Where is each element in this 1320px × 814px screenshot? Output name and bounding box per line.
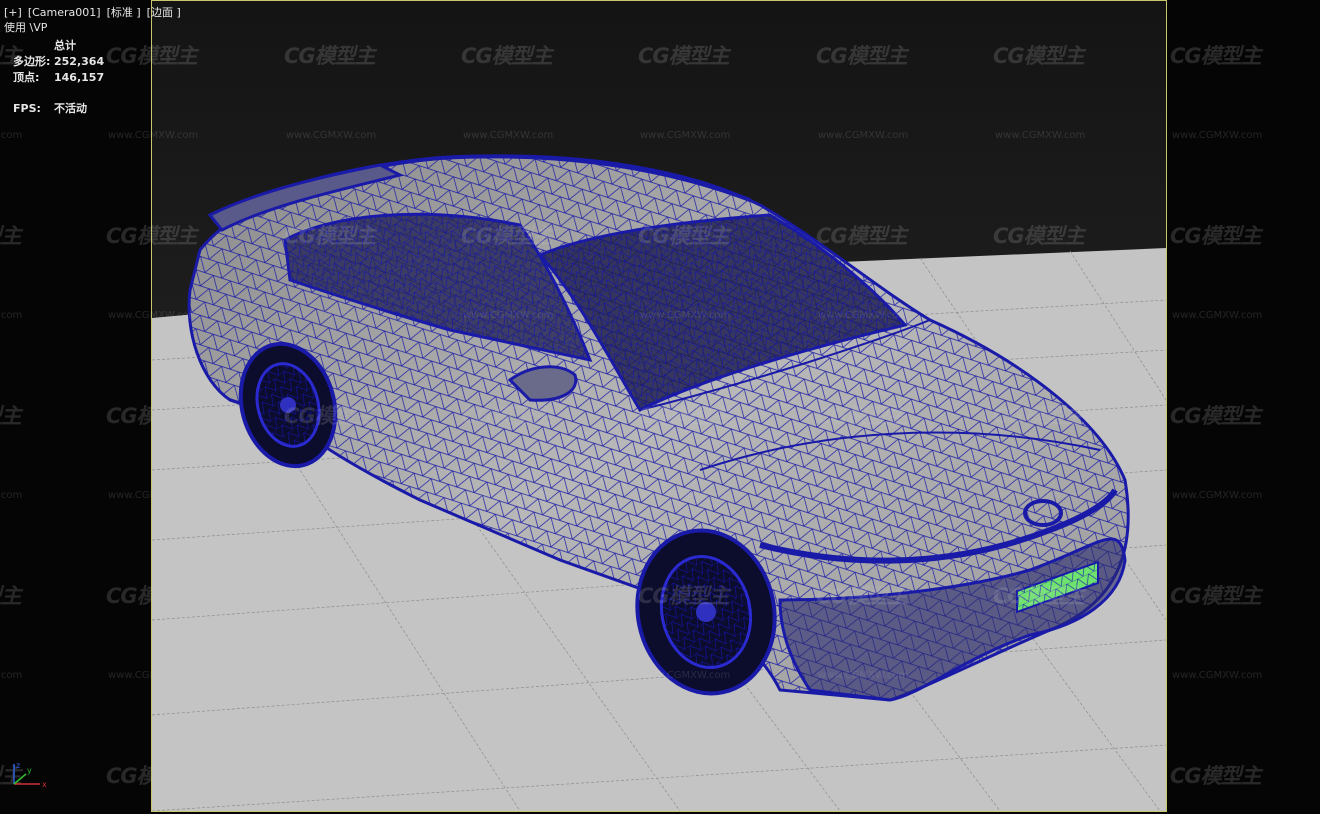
watermark-url: www.CGMXW.com: [1172, 130, 1263, 141]
watermark-url: www.CGMXW.com: [995, 130, 1086, 141]
stats-header: 总计: [54, 39, 76, 52]
watermark-url: www.CGMXW.com: [640, 130, 731, 141]
stats-vertices-label: 顶点:: [13, 71, 40, 84]
watermark-url: www.CGMXW.com: [995, 670, 1086, 681]
watermark-logo: CG模型主: [1170, 584, 1262, 608]
watermark-logo: CG模型主: [1170, 44, 1262, 68]
watermark-url: www.CGMXW.com: [0, 310, 23, 321]
watermark-url: www.CGMXW.com: [286, 490, 377, 501]
viewport-menu-plus[interactable]: [+]: [4, 6, 22, 19]
watermark-url: www.CGMXW.com: [108, 130, 199, 141]
watermark-logo: CG模型主: [461, 44, 553, 68]
watermark-url: www.CGMXW.com: [640, 310, 731, 321]
watermark-url: www.CGMXW.com: [108, 490, 199, 501]
watermark-logo: CG模型主: [284, 44, 376, 68]
fps-label: FPS:: [13, 102, 41, 115]
viewport-mode-text: 使用 \VP: [4, 21, 48, 34]
watermark-url: www.CGMXW.com: [286, 670, 377, 681]
stats-polygons-label: 多边形:: [13, 55, 51, 68]
watermark-logo: CG模型主: [816, 584, 908, 608]
watermark-logo: CG模型主: [106, 224, 198, 248]
watermark-url: www.CGMXW.com: [463, 130, 554, 141]
watermark-logo: CG模型主: [816, 764, 908, 788]
watermark-logo: CG模型主: [284, 584, 376, 608]
watermark-logo: CG模型主: [993, 44, 1085, 68]
watermark-url: www.CGMXW.com: [1172, 670, 1263, 681]
watermark-url: www.CGMXW.com: [818, 130, 909, 141]
watermark-logo: CG模型主: [106, 584, 198, 608]
viewport-menu-edged-faces[interactable]: [边面 ]: [147, 6, 181, 19]
watermark-logo: CG模型主: [284, 224, 376, 248]
watermark-logo: CG模型主: [461, 764, 553, 788]
watermark-logo: CG模型主: [638, 584, 730, 608]
watermark-logo: CG模型主: [638, 764, 730, 788]
viewport-menu-camera[interactable]: [Camera001]: [28, 6, 101, 19]
watermark-logo: CG模型主: [993, 404, 1085, 428]
watermark-logo: CG模型主: [106, 44, 198, 68]
watermark-url: www.CGMXW.com: [0, 130, 23, 141]
watermark-logo: CG模型主: [1170, 764, 1262, 788]
watermark-url: www.CGMXW.com: [640, 670, 731, 681]
statistics-overlay: 总计 多边形: 252,364 顶点: 146,157: [13, 38, 104, 86]
axis-y-label: y: [27, 766, 32, 775]
watermark-url: www.CGMXW.com: [463, 490, 554, 501]
watermark-url: www.CGMXW.com: [818, 670, 909, 681]
watermark-logo: CG模型主: [993, 764, 1085, 788]
watermark-url: www.CGMXW.com: [1172, 310, 1263, 321]
watermark-url: www.CGMXW.com: [818, 310, 909, 321]
fps-value: 不活动: [54, 102, 87, 115]
watermark-url: www.CGMXW.com: [286, 310, 377, 321]
watermark-logo: CG模型主: [816, 404, 908, 428]
watermark-url: www.CGMXW.com: [995, 310, 1086, 321]
watermark-logo: CG模型主: [461, 224, 553, 248]
watermark-logo: CG模型主: [284, 764, 376, 788]
viewport-menu-standard[interactable]: [标准 ]: [107, 6, 141, 19]
watermark-logo: CG模型主: [1170, 404, 1262, 428]
viewport[interactable]: CG模型主 www.CGMXW.com CG模型主 www.CGMXW.com CG模型…: [0, 0, 1320, 814]
watermark-logo: CG模型主: [1170, 224, 1262, 248]
watermark-logo: CG模型主: [638, 44, 730, 68]
watermark-logo: CG模型主: [0, 224, 22, 248]
watermark-url: www.CGMXW.com: [108, 310, 199, 321]
watermark-logo: CG模型主: [993, 584, 1085, 608]
stats-vertices-row: 顶点: 146,157: [13, 70, 104, 86]
watermark-logo: CG模型主: [0, 404, 22, 428]
watermark-logo: CG模型主: [816, 44, 908, 68]
viewport-label-menu[interactable]: [+] [Camera001] [标准 ] [边面 ]: [4, 6, 187, 20]
watermark-url: www.CGMXW.com: [1172, 490, 1263, 501]
watermark-url: www.CGMXW.com: [463, 310, 554, 321]
watermark-logo: CG模型主: [106, 764, 198, 788]
watermark-url: www.CGMXW.com: [108, 670, 199, 681]
watermark-url: www.CGMXW.com: [286, 130, 377, 141]
watermark-url: www.CGMXW.com: [640, 490, 731, 501]
watermark-url: www.CGMXW.com: [0, 670, 23, 681]
watermark-url: www.CGMXW.com: [463, 670, 554, 681]
watermark-logo: CG模型主: [106, 404, 198, 428]
watermark-logo: CG模型主: [638, 404, 730, 428]
watermark-logo: CG模型主: [461, 404, 553, 428]
watermark-logo: CG模型主: [0, 584, 22, 608]
watermark-logo: CG模型主: [461, 584, 553, 608]
axis-x-label: x: [42, 780, 47, 789]
watermark-url: www.CGMXW.com: [818, 490, 909, 501]
axis-z-label: z: [16, 761, 20, 770]
watermark-logo: CG模型主: [638, 224, 730, 248]
watermark-url: www.CGMXW.com: [995, 490, 1086, 501]
watermark-logo: CG模型主: [816, 224, 908, 248]
stats-polygons-value: 252,364: [54, 55, 105, 68]
watermark-logo: CG模型主: [993, 224, 1085, 248]
stats-polygons-row: 多边形: 252,364: [13, 54, 104, 70]
axis-gizmo-icon: x y z: [13, 761, 47, 789]
watermark-url: www.CGMXW.com: [0, 490, 23, 501]
stats-vertices-value: 146,157: [54, 71, 105, 84]
fps-readout: FPS: 不活动: [13, 102, 87, 116]
watermark-logo: CG模型主: [284, 404, 376, 428]
